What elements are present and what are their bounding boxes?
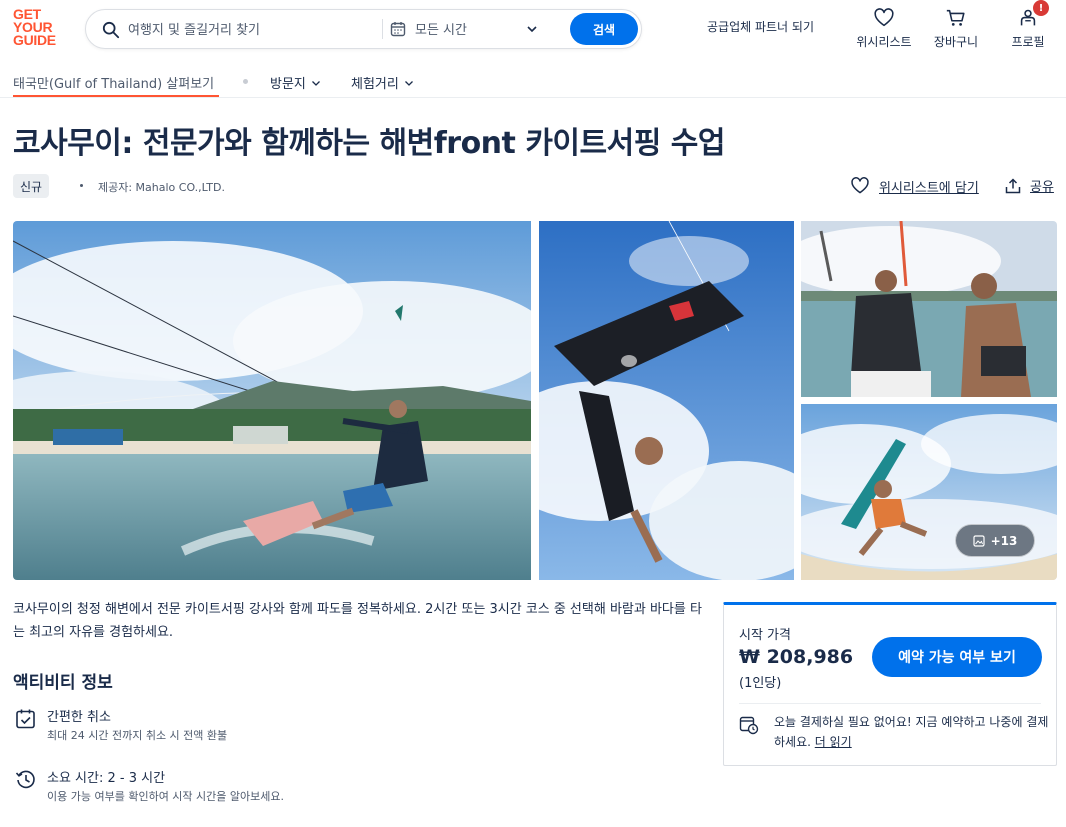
duration-description: 이용 가능 여부를 확인하여 시작 시간을 알아보세요. [47,790,284,803]
read-more-link[interactable]: 더 읽기 [815,735,852,749]
search-divider [382,19,383,39]
reserve-now-pay-later-text: 오늘 결제하실 필요 없어요! 지금 예약하고 나중에 결제하세요. 더 읽기 [774,712,1049,752]
subnav-experiences-label: 체험거리 [351,77,399,92]
info-duration: 소요 시간: 2 - 3 시간 이용 가능 여부를 확인하여 시작 시간을 알아… [13,767,413,809]
profile-alert-badge: ! [1033,0,1049,16]
profile-nav-button[interactable]: ! 프로필 [998,0,1058,50]
info-free-cancellation: 간편한 취소 최대 24 시간 전까지 취소 시 전액 환불 [13,706,413,746]
instructor-lesson-image [801,221,1057,397]
clock-history-icon [15,770,35,789]
provider-separator-dot [80,184,83,187]
kitesurfer-beach-image [13,221,531,580]
search-button[interactable]: 검색 [570,13,638,45]
gallery-photo-3[interactable] [801,221,1057,397]
getyourguide-logo[interactable]: GET YOUR GUIDE [13,7,69,48]
price-amount: ₩ 208,986 [739,646,854,668]
cart-icon [946,9,965,26]
price-from-label: 시작 가격 [739,628,791,643]
date-picker[interactable]: 모든 시간 [415,19,467,38]
search-bar: 여행지 및 즐길거리 찾기 모든 시간 검색 [85,9,642,49]
heart-icon [874,8,894,27]
image-icon [973,534,985,547]
check-availability-button[interactable]: 예약 가능 여부 보기 [872,637,1042,677]
price-per-person: (1인당) [739,676,782,691]
become-partner-link[interactable]: 공급업체 파트너 되기 [707,18,814,35]
more-photos-count: +13 [990,533,1018,548]
cancellation-title: 간편한 취소 [47,710,111,725]
duration-title: 소요 시간: 2 - 3 시간 [47,771,166,786]
heart-icon [851,177,869,194]
active-tab-underline [13,95,219,97]
subnav-places-label: 방문지 [270,77,306,92]
subnav-places[interactable]: 방문지 [270,73,321,92]
chevron-down-icon[interactable] [526,23,538,35]
activity-description: 코사무이의 청정 해변에서 전문 카이트서핑 강사와 함께 파도를 정복하세요.… [13,602,702,640]
sub-navigation: 태국만(Gulf of Thailand) 살펴보기 방문지 체험거리 [0,62,1066,98]
booking-card: 시작 가격 ₩ 208,986 (1인당) 예약 가능 여부 보기 오늘 결제하… [723,602,1057,766]
cart-nav-button[interactable]: 장바구니 [926,7,986,50]
chevron-down-icon [404,80,413,86]
subnav-explore-region[interactable]: 태국만(Gulf of Thailand) 살펴보기 [13,73,214,92]
subnav-explore-label: 태국만(Gulf of Thailand) 살펴보기 [13,77,215,92]
new-badge: 신규 [13,174,49,198]
kitesurfer-jump-image [539,221,794,580]
chevron-down-icon [311,80,320,86]
share-label: 공유 [1030,180,1054,195]
card-divider [739,703,1041,704]
gallery-main-photo[interactable] [13,221,531,580]
logo-line-3: GUIDE [13,32,56,48]
page-title: 코사무이: 전문가와 함께하는 해변front 카이트서핑 수업 [13,126,725,161]
cart-nav-label: 장바구니 [933,35,979,49]
search-icon [102,21,120,39]
cancellation-description: 최대 24 시간 전까지 취소 시 전액 환불 [47,729,228,742]
wishlist-nav-button[interactable]: 위시리스트 [854,7,914,50]
activity-info-heading: 액티비티 정보 [13,673,113,693]
wishlist-add-label: 위시리스트에 담기 [879,180,979,196]
calendar-clock-icon [739,716,759,735]
subnav-experiences[interactable]: 체험거리 [351,73,414,92]
calendar-icon [390,22,406,37]
calendar-check-icon [16,709,35,729]
share-button[interactable]: 공유 [1005,176,1054,195]
gallery-photo-2[interactable] [539,221,794,580]
subnav-separator-dot [243,79,248,84]
profile-nav-label: 프로필 [1011,35,1045,49]
share-icon [1005,177,1021,193]
search-input[interactable]: 여행지 및 즐길거리 찾기 [128,19,260,38]
top-header: GET YOUR GUIDE 여행지 및 즐길거리 찾기 모든 시간 검색 공급… [0,0,1066,62]
show-more-photos-button[interactable]: +13 [955,524,1035,557]
add-to-wishlist-button[interactable]: 위시리스트에 담기 [850,176,979,196]
provider-name[interactable]: 제공자: Mahalo CO.,LTD. [98,179,225,195]
wishlist-nav-label: 위시리스트 [856,35,912,49]
